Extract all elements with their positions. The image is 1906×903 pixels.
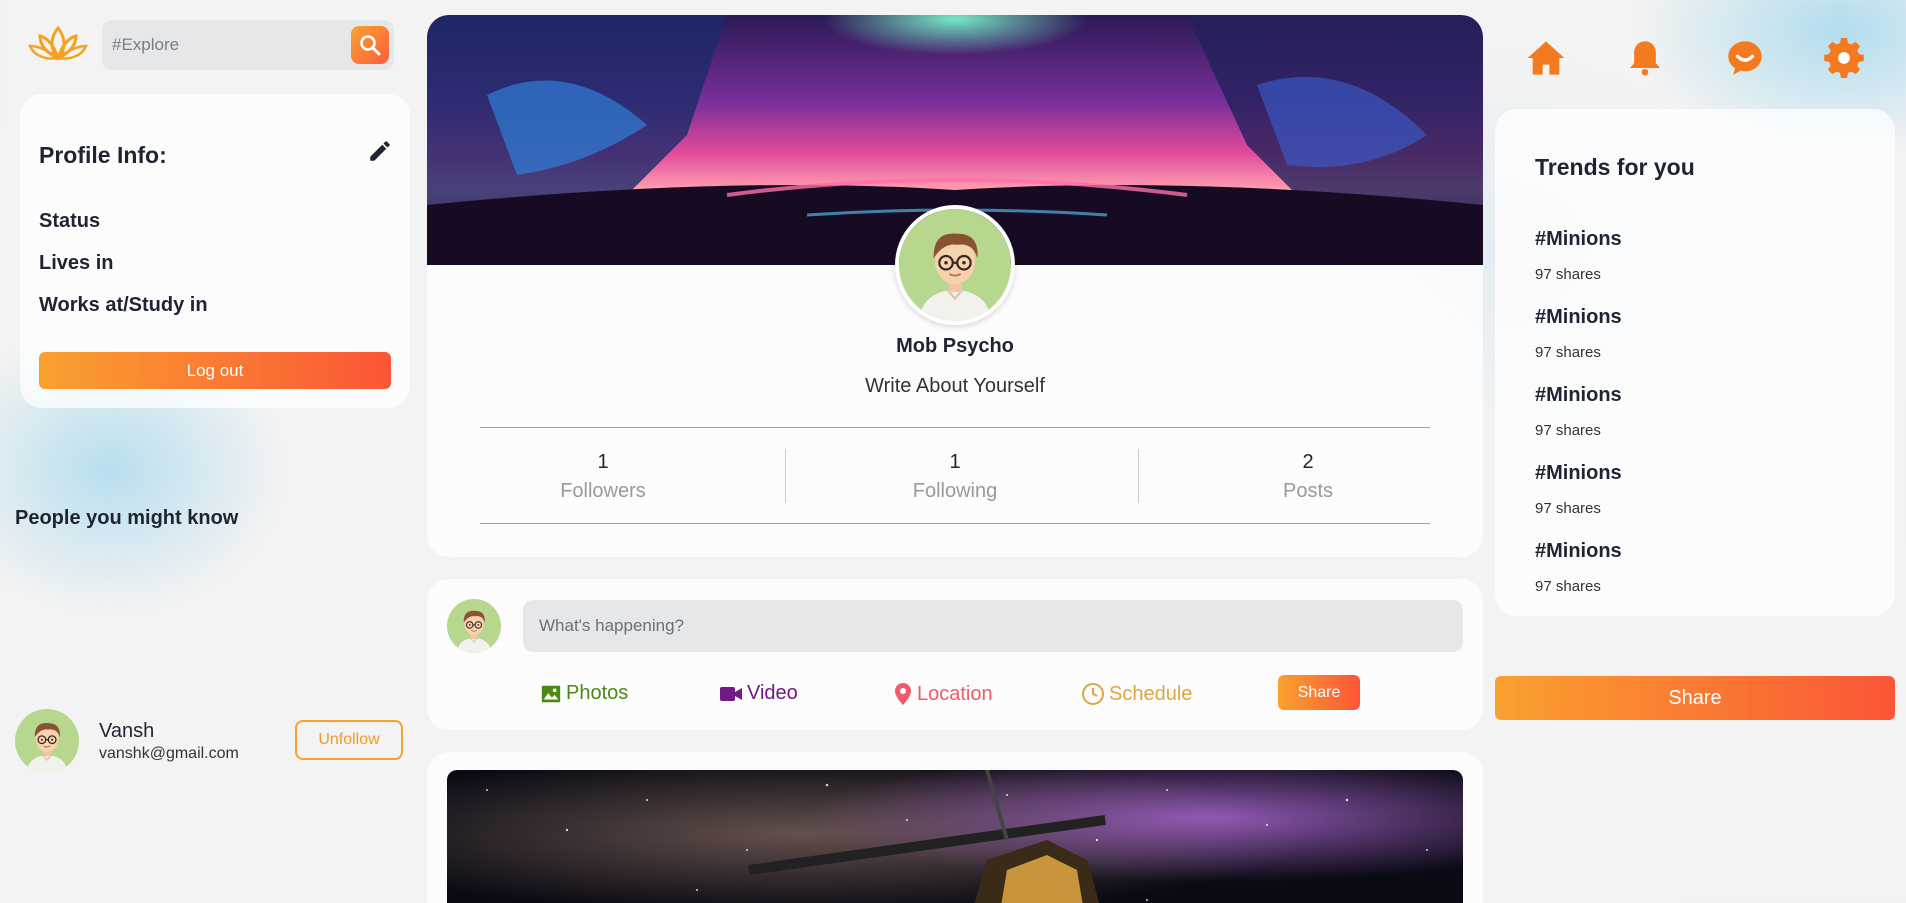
- unfollow-button[interactable]: Unfollow: [295, 720, 403, 760]
- lotus-logo-icon: [28, 24, 88, 64]
- chat-icon[interactable]: [1725, 38, 1765, 78]
- profile-works-at-label: Works at/Study in: [39, 294, 208, 316]
- person-email: vanshk@gmail.com: [99, 745, 239, 762]
- location-label: Location: [917, 682, 993, 705]
- profile-bio: Write About Yourself: [865, 375, 1045, 397]
- followers-count: 1: [597, 451, 609, 473]
- home-icon[interactable]: [1526, 38, 1566, 78]
- video-icon: [720, 686, 742, 701]
- trend-tag[interactable]: #Minions: [1535, 228, 1622, 251]
- avatar: [447, 599, 501, 653]
- profile-info-title: Profile Info:: [39, 142, 167, 168]
- trend-count: 97 shares: [1535, 578, 1601, 595]
- location-option[interactable]: Location: [893, 682, 993, 706]
- post-input[interactable]: [523, 600, 1463, 652]
- share-post-button[interactable]: Share: [1278, 675, 1360, 710]
- trend-count: 97 shares: [1535, 266, 1601, 283]
- gear-icon[interactable]: [1824, 38, 1864, 78]
- video-option[interactable]: Video: [719, 682, 798, 705]
- posts-stat: 2 Posts: [1208, 451, 1408, 503]
- share-button[interactable]: Share: [1495, 676, 1895, 720]
- divider-bottom: [480, 523, 1430, 524]
- trend-count: 97 shares: [1535, 500, 1601, 517]
- following-stat: 1 Following: [855, 451, 1055, 503]
- edit-pencil-icon[interactable]: [367, 138, 393, 164]
- trends-title: Trends for you: [1535, 154, 1695, 180]
- search-icon: [360, 35, 381, 56]
- location-pin-icon: [895, 683, 911, 705]
- following-count: 1: [949, 451, 961, 473]
- trend-tag[interactable]: #Minions: [1535, 540, 1622, 563]
- trend-tag[interactable]: #Minions: [1535, 306, 1622, 329]
- following-label: Following: [912, 480, 998, 502]
- followers-label: Followers: [560, 480, 646, 502]
- person-name: Vansh: [99, 720, 155, 742]
- post-composer: Photos Video Location Schedule Share: [427, 579, 1483, 730]
- avatar: [15, 709, 79, 773]
- search-button[interactable]: [351, 26, 389, 64]
- search-input[interactable]: [112, 28, 342, 62]
- bell-icon[interactable]: [1625, 38, 1665, 78]
- people-you-might-know-title: People you might know: [15, 507, 239, 529]
- trend-tag[interactable]: #Minions: [1535, 384, 1622, 407]
- schedule-option[interactable]: Schedule: [1081, 682, 1192, 706]
- trend-tag[interactable]: #Minions: [1535, 462, 1622, 485]
- profile-status-label: Status: [39, 210, 101, 232]
- photos-label: Photos: [566, 682, 629, 704]
- posts-label: Posts: [1282, 480, 1334, 502]
- stat-divider: [1138, 449, 1139, 503]
- stat-divider: [785, 449, 786, 503]
- video-label: Video: [747, 682, 798, 704]
- image-icon: [541, 685, 561, 702]
- profile-name: Mob Psycho: [896, 335, 1014, 357]
- logout-button[interactable]: Log out: [39, 352, 391, 389]
- posts-count: 2: [1302, 451, 1314, 473]
- trends-card: Trends for you #Minions 97 shares #Minio…: [1495, 109, 1895, 616]
- profile-info-card: Profile Info: Status Lives in Works at/S…: [20, 94, 410, 408]
- profile-lives-in-label: Lives in: [39, 252, 114, 274]
- search-bar: [102, 20, 394, 70]
- trend-count: 97 shares: [1535, 422, 1601, 439]
- post-card: [427, 752, 1483, 903]
- divider-top: [480, 427, 1430, 428]
- profile-avatar: [895, 205, 1015, 325]
- profile-card: Mob Psycho Write About Yourself 1 Follow…: [427, 15, 1483, 557]
- clock-icon: [1082, 683, 1104, 705]
- followers-stat: 1 Followers: [503, 451, 703, 503]
- post-image: [447, 770, 1463, 903]
- photos-option[interactable]: Photos: [540, 682, 628, 705]
- schedule-label: Schedule: [1109, 682, 1193, 705]
- trend-count: 97 shares: [1535, 344, 1601, 361]
